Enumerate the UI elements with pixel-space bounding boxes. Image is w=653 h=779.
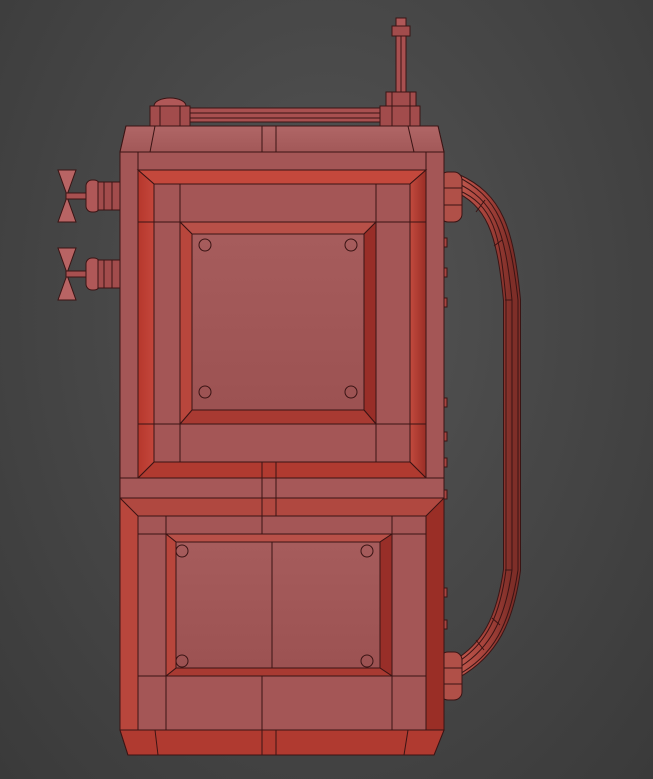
bottom-bevel bbox=[119, 729, 445, 756]
upper-panel bbox=[136, 168, 428, 480]
top-rail bbox=[149, 97, 393, 129]
tuning-knob-upper bbox=[57, 169, 121, 223]
3d-viewport[interactable] bbox=[0, 0, 653, 779]
model-render bbox=[57, 17, 521, 756]
antenna bbox=[379, 17, 421, 129]
lower-panel bbox=[119, 496, 445, 755]
carry-handle bbox=[439, 171, 521, 701]
tuning-knob-lower bbox=[57, 247, 121, 301]
